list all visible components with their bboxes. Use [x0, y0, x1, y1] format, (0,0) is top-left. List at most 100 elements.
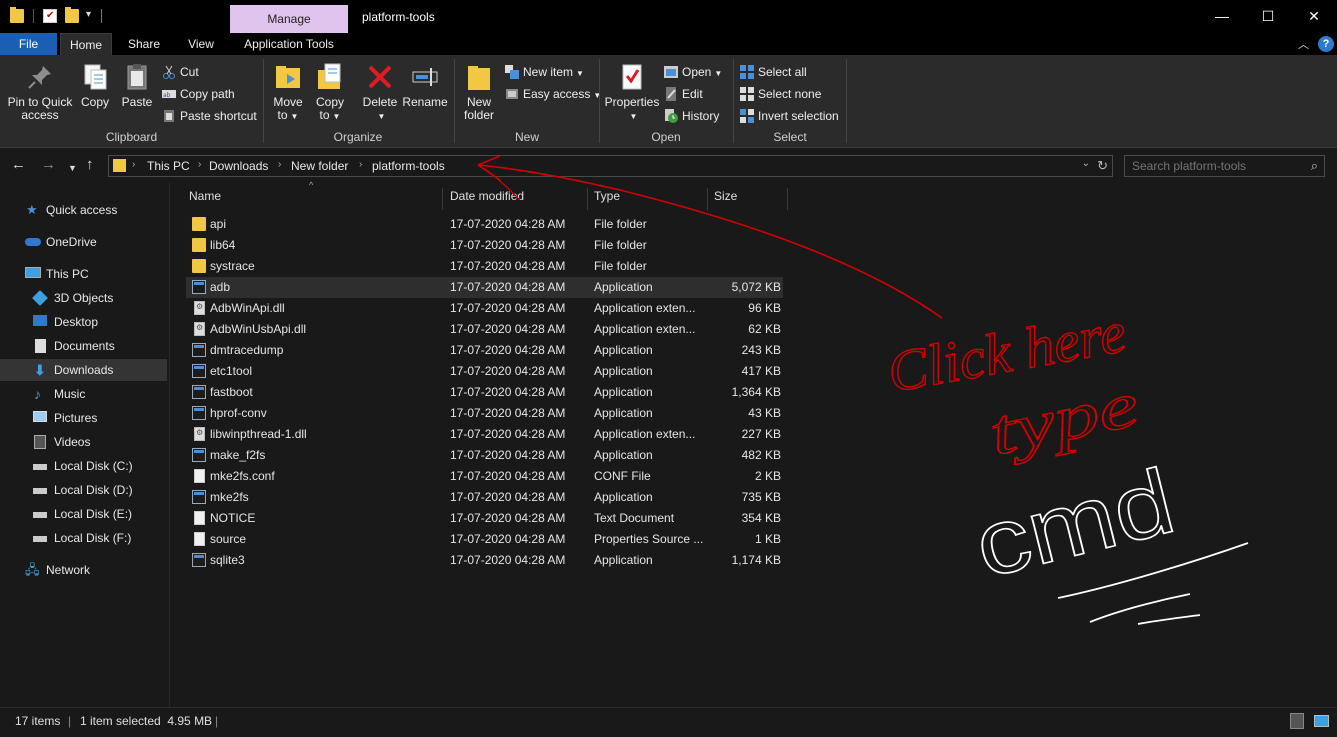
- search-input[interactable]: [1132, 159, 1297, 173]
- tab-share[interactable]: Share: [118, 33, 170, 55]
- breadcrumb-separator[interactable]: ›: [278, 159, 281, 170]
- file-row[interactable]: sqlite3 17-07-2020 04:28 AM Application 1,1…: [186, 550, 783, 571]
- new-folder-icon[interactable]: [65, 7, 79, 23]
- breadcrumb-new-folder[interactable]: New folder: [291, 159, 348, 173]
- file-row[interactable]: AdbWinUsbApi.dll 17-07-2020 04:28 AM Appli…: [186, 319, 783, 340]
- nav-3d-objects[interactable]: 3D Objects: [0, 287, 167, 309]
- refresh-icon[interactable]: ↻: [1097, 158, 1108, 174]
- delete-button[interactable]: Delete ▼: [360, 62, 400, 123]
- file-date-modified: 17-07-2020 04:28 AM: [450, 238, 566, 252]
- nav-music[interactable]: ♪ Music: [0, 383, 167, 405]
- cut-button[interactable]: Cut: [162, 62, 199, 82]
- file-row[interactable]: source 17-07-2020 04:28 AM Properties Sour…: [186, 529, 783, 550]
- tab-home[interactable]: Home: [60, 33, 112, 55]
- select-all-button[interactable]: Select all: [740, 62, 807, 82]
- breadcrumb-this-pc[interactable]: This PC: [147, 159, 190, 173]
- invert-selection-button[interactable]: Invert selection: [740, 106, 839, 126]
- tab-view[interactable]: View: [176, 33, 226, 55]
- file-row[interactable]: systrace 17-07-2020 04:28 AM File folder: [186, 256, 783, 277]
- nav-this-pc[interactable]: This PC: [0, 263, 167, 285]
- forward-arrow-icon[interactable]: →: [41, 157, 56, 173]
- folder-icon[interactable]: [10, 7, 24, 23]
- nav-network[interactable]: 🖧 Network: [0, 559, 167, 581]
- minimize-button[interactable]: —: [1199, 4, 1245, 28]
- history-button[interactable]: History: [664, 106, 719, 126]
- help-icon[interactable]: ?: [1318, 36, 1334, 52]
- separator: [101, 9, 102, 23]
- file-row[interactable]: lib64 17-07-2020 04:28 AM File folder: [186, 235, 783, 256]
- collapse-ribbon-icon[interactable]: ︿: [1298, 36, 1309, 52]
- file-row[interactable]: make_f2fs 17-07-2020 04:28 AM Application 4…: [186, 445, 783, 466]
- pin-to-quick-access-button[interactable]: Pin to Quick access: [6, 62, 74, 122]
- tab-application-tools[interactable]: Application Tools: [230, 33, 348, 55]
- nav-pictures[interactable]: Pictures: [0, 407, 167, 429]
- file-row[interactable]: AdbWinApi.dll 17-07-2020 04:28 AM Applicat…: [186, 298, 783, 319]
- copy-to-button[interactable]: Copy to ▼: [312, 62, 348, 123]
- search-icon[interactable]: ⌕: [1311, 158, 1318, 174]
- details-view-icon[interactable]: [1290, 713, 1304, 729]
- nav-documents[interactable]: Documents: [0, 335, 167, 357]
- desktop-icon: [33, 315, 47, 326]
- file-row[interactable]: dmtracedump 17-07-2020 04:28 AM Applicatio…: [186, 340, 783, 361]
- nav-local-disk-d[interactable]: Local Disk (D:): [0, 479, 167, 501]
- nav-quick-access[interactable]: ★ Quick access: [0, 199, 167, 221]
- nav-label: Network: [46, 563, 91, 577]
- nav-videos[interactable]: Videos: [0, 431, 167, 453]
- file-row[interactable]: fastboot 17-07-2020 04:28 AM Application 1,…: [186, 382, 783, 403]
- search-box[interactable]: ⌕: [1124, 155, 1325, 177]
- file-row[interactable]: libwinpthread-1.dll 17-07-2020 04:28 AM Ap…: [186, 424, 783, 445]
- new-item-button[interactable]: New item ▼: [505, 62, 584, 82]
- nav-onedrive[interactable]: OneDrive: [0, 231, 167, 253]
- nav-local-disk-f[interactable]: Local Disk (F:): [0, 527, 167, 549]
- rename-button[interactable]: Rename: [402, 62, 448, 109]
- file-row[interactable]: adb 17-07-2020 04:28 AM Application 5,072 K…: [186, 277, 783, 298]
- file-row[interactable]: hprof-conv 17-07-2020 04:28 AM Application…: [186, 403, 783, 424]
- open-button[interactable]: Open ▼: [664, 62, 722, 82]
- paste-shortcut-button[interactable]: Paste shortcut: [162, 106, 257, 126]
- close-button[interactable]: ✕: [1291, 4, 1337, 28]
- nav-downloads[interactable]: ⬇ Downloads: [0, 359, 167, 381]
- breadcrumb-downloads[interactable]: Downloads: [209, 159, 268, 173]
- manage-contextual-tab[interactable]: Manage: [230, 5, 348, 33]
- column-header-size[interactable]: Size: [708, 188, 788, 210]
- file-date-modified: 17-07-2020 04:28 AM: [450, 385, 566, 399]
- column-header-date-modified[interactable]: Date modified: [444, 188, 588, 210]
- back-arrow-icon[interactable]: ←: [11, 157, 26, 173]
- new-folder-button[interactable]: New folder: [459, 62, 499, 122]
- file-row[interactable]: mke2fs.conf 17-07-2020 04:28 AM CONF File 2…: [186, 466, 783, 487]
- breadcrumb-separator[interactable]: ›: [132, 159, 135, 170]
- file-row[interactable]: api 17-07-2020 04:28 AM File folder: [186, 214, 783, 235]
- properties-icon[interactable]: ✔: [43, 9, 57, 23]
- column-header-name[interactable]: Name: [183, 188, 443, 210]
- address-history-chevron-icon[interactable]: ⌄: [1082, 158, 1090, 169]
- recent-locations-chevron-icon[interactable]: ▼: [68, 160, 77, 176]
- maximize-button[interactable]: ☐: [1245, 4, 1291, 28]
- address-bar[interactable]: › This PC › Downloads › New folder › pla…: [108, 155, 1113, 177]
- copy-button[interactable]: Copy: [76, 62, 114, 109]
- select-all-label: Select all: [758, 65, 807, 79]
- breadcrumb-separator[interactable]: ›: [198, 159, 201, 170]
- column-header-type[interactable]: Type: [588, 188, 708, 210]
- file-row[interactable]: NOTICE 17-07-2020 04:28 AM Text Document 35…: [186, 508, 783, 529]
- breadcrumb-platform-tools[interactable]: platform-tools: [372, 159, 445, 173]
- up-arrow-icon[interactable]: ↑: [86, 157, 94, 173]
- properties-button[interactable]: Properties ▼: [604, 62, 660, 123]
- copy-path-button[interactable]: ab Copy path: [162, 84, 235, 104]
- nav-label: Local Disk (F:): [54, 531, 132, 545]
- nav-local-disk-c[interactable]: Local Disk (C:): [0, 455, 167, 477]
- paste-button[interactable]: Paste: [118, 62, 156, 109]
- nav-local-disk-e[interactable]: Local Disk (E:): [0, 503, 167, 525]
- file-row[interactable]: etc1tool 17-07-2020 04:28 AM Application 41…: [186, 361, 783, 382]
- file-row[interactable]: mke2fs 17-07-2020 04:28 AM Application 735 …: [186, 487, 783, 508]
- large-icons-view-icon[interactable]: [1314, 715, 1329, 727]
- edit-button[interactable]: Edit: [664, 84, 703, 104]
- tab-file[interactable]: File: [0, 33, 57, 55]
- select-none-button[interactable]: Select none: [740, 84, 821, 104]
- nav-desktop[interactable]: Desktop: [0, 311, 167, 333]
- easy-access-button[interactable]: Easy access ▼: [505, 84, 601, 104]
- breadcrumb-separator[interactable]: ›: [359, 159, 362, 170]
- move-to-icon: [273, 62, 303, 92]
- customize-toolbar-icon[interactable]: ▾: [86, 9, 91, 20]
- music-note-icon: ♪: [34, 386, 41, 402]
- move-to-button[interactable]: Move to ▼: [270, 62, 306, 123]
